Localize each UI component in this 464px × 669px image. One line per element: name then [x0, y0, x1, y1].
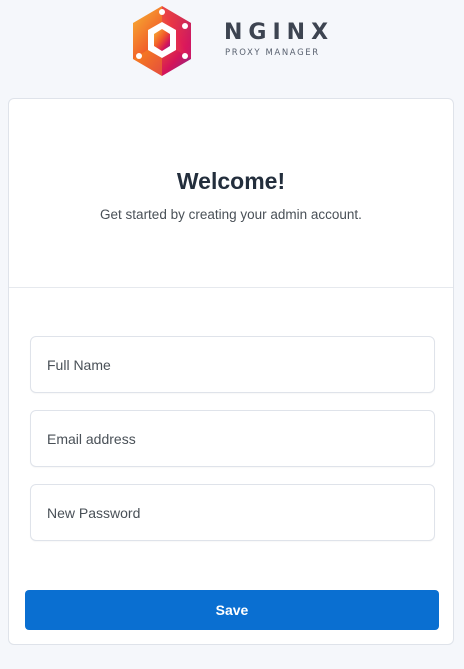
- nginx-proxy-manager-logo-icon: [133, 6, 191, 76]
- card-header: Welcome! Get started by creating your ad…: [9, 99, 453, 288]
- setup-card: Welcome! Get started by creating your ad…: [8, 98, 454, 645]
- brand-text: NGINX PROXY MANAGER: [224, 19, 335, 58]
- page-title: Welcome!: [176, 168, 286, 194]
- email-input[interactable]: [31, 411, 434, 466]
- full-name-input[interactable]: [31, 337, 434, 392]
- full-name-field-box: [30, 336, 435, 393]
- password-field-box: [30, 484, 435, 541]
- new-password-input[interactable]: [31, 485, 434, 540]
- page-subtitle: Get started by creating your admin accou…: [100, 207, 362, 222]
- setup-page: NGINX PROXY MANAGER Welcome! Get started…: [0, 0, 464, 669]
- save-button[interactable]: Save: [25, 590, 439, 630]
- brand-subtitle: PROXY MANAGER: [225, 47, 320, 58]
- brand-name: NGINX: [224, 19, 335, 45]
- brand-header: NGINX PROXY MANAGER: [130, 4, 334, 78]
- email-field-box: [30, 410, 435, 467]
